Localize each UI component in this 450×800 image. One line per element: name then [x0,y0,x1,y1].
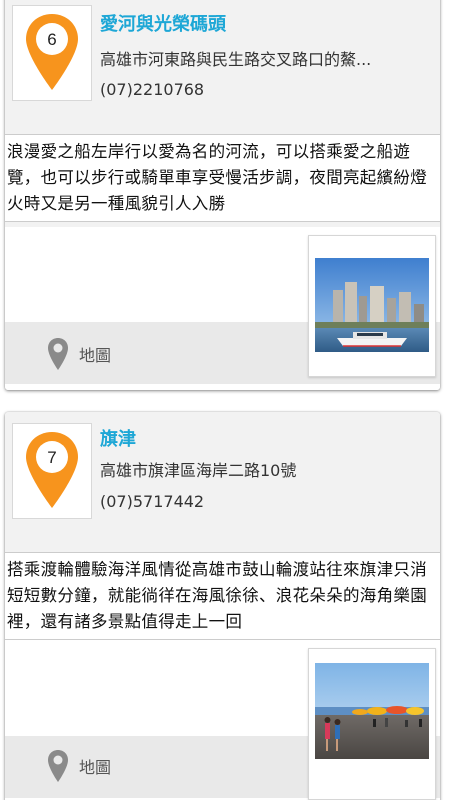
card-header: 7 旗津 高雄市旗津區海岸二路10號 (07)5717442 [5,412,440,552]
map-link-label: 地圖 [79,346,112,365]
map-pin-icon [48,750,68,782]
card-header: 6 愛河與光榮碼頭 高雄市河東路與民生路交叉路口的鰲... (07)221076… [5,0,440,134]
attraction-card[interactable]: 6 愛河與光榮碼頭 高雄市河東路與民生路交叉路口的鰲... (07)221076… [5,0,440,390]
map-pin-icon [48,338,68,370]
attraction-card[interactable]: 7 旗津 高雄市旗津區海岸二路10號 (07)5717442 搭乘渡輪體驗海洋風… [5,412,440,800]
place-photo[interactable] [308,235,436,377]
beach-photo-image [315,663,429,759]
marker-box: 6 [12,5,92,101]
map-link[interactable]: 地圖 [47,334,111,374]
marker-box: 7 [12,423,92,519]
place-phone[interactable]: (07)5717442 [100,492,204,511]
map-link-label: 地圖 [79,758,112,777]
place-phone[interactable]: (07)2210768 [100,80,204,99]
marker-number: 7 [47,448,56,467]
marker-number: 6 [47,30,56,49]
place-title[interactable]: 旗津 [100,425,136,451]
place-description: 浪漫愛之船左岸行以愛為名的河流，可以搭乘愛之船遊覽，也可以步行或騎單車享受慢活步… [5,134,440,222]
place-description: 搭乘渡輪體驗海洋風情從高雄市鼓山輪渡站往來旗津只消短短數分鐘，就能徜徉在海風徐徐… [5,552,440,640]
place-address: 高雄市河東路與民生路交叉路口的鰲... [100,50,372,69]
map-link[interactable]: 地圖 [47,746,111,786]
place-title[interactable]: 愛河與光榮碼頭 [100,10,226,36]
location-pin-icon: 7 [26,432,78,508]
place-photo[interactable] [308,648,436,800]
place-address: 高雄市旗津區海岸二路10號 [100,461,297,480]
attraction-list-screen: 6 愛河與光榮碼頭 高雄市河東路與民生路交叉路口的鰲... (07)221076… [0,0,450,800]
location-pin-icon: 6 [26,14,78,90]
harbor-photo-image [315,258,429,352]
